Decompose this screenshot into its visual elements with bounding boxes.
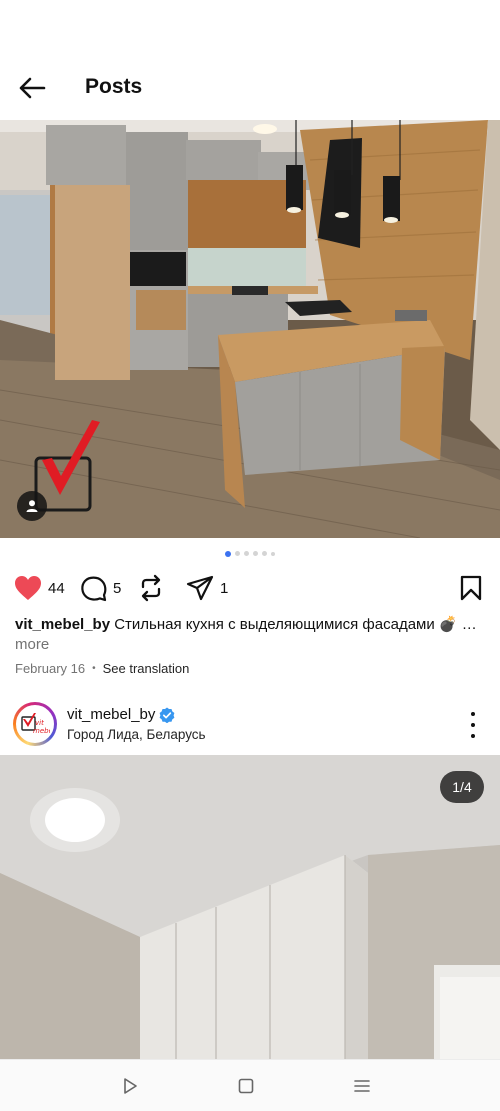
carousel-dot [225, 550, 231, 557]
home-square-icon [238, 1078, 254, 1094]
svg-text:vit: vit [35, 719, 44, 727]
avatar[interactable]: vit mebel [13, 702, 57, 746]
page-title: Posts [85, 75, 143, 98]
nav-home-button[interactable] [234, 1074, 258, 1098]
system-navigation-bar [0, 1059, 500, 1111]
separator-dot: • [92, 663, 96, 674]
post-username[interactable]: vit_mebel_by [67, 706, 155, 723]
like-count: 44 [48, 579, 65, 597]
repost-button[interactable] [138, 570, 164, 606]
comment-button[interactable]: 5 [80, 570, 121, 606]
repost-icon [141, 574, 161, 602]
post-username-row[interactable]: vit_mebel_by [67, 706, 175, 723]
share-button[interactable]: 1 [186, 570, 228, 606]
carousel-dot [262, 551, 267, 556]
wardrobe-photo-illustration [0, 755, 500, 1059]
arrow-left-icon [19, 77, 46, 99]
heart-icon [15, 576, 41, 600]
post-photo-wardrobe[interactable] [0, 755, 500, 1059]
caption-text: Стильная кухня с выделяющимися фасадами … [114, 616, 489, 633]
kebab-dot [471, 712, 475, 716]
carousel-dot [244, 551, 249, 556]
carousel-dot [271, 551, 275, 556]
back-button[interactable] [14, 72, 50, 104]
slide-counter: 1/4 [440, 771, 484, 803]
svg-text:mebel: mebel [33, 727, 50, 735]
tagged-user-button[interactable] [17, 491, 47, 521]
post-caption: vit_mebel_by Стильная кухня с выделяющим… [15, 615, 489, 635]
post-date: February 16 [15, 661, 86, 676]
post-header: vit mebel vit_mebel_by Город Лида, Белар… [0, 700, 500, 750]
comment-bubble-icon [81, 576, 107, 601]
bookmark-icon [460, 575, 482, 601]
share-count: 1 [220, 579, 229, 597]
save-button[interactable] [460, 570, 482, 606]
back-triangle-icon [124, 1078, 137, 1094]
post-actions-row: 44 5 1 [0, 570, 500, 606]
carousel-dot [253, 551, 258, 556]
top-bar: Posts [0, 60, 500, 116]
post-meta: February 16 • See translation [15, 661, 189, 676]
kebab-dot [471, 734, 475, 738]
comment-count: 5 [113, 579, 122, 597]
see-translation-link[interactable]: See translation [103, 661, 190, 676]
verified-badge-icon [159, 707, 175, 723]
like-button[interactable]: 44 [14, 570, 65, 606]
menu-lines-icon [354, 1080, 370, 1092]
post-location[interactable]: Город Лида, Беларусь [67, 727, 206, 742]
post-photo-kitchen[interactable] [0, 120, 500, 538]
carousel-indicator [0, 550, 500, 559]
nav-back-button[interactable] [118, 1074, 142, 1098]
more-options-button[interactable] [462, 712, 484, 738]
kitchen-photo-illustration [0, 120, 500, 538]
person-icon [26, 500, 38, 512]
nav-recents-button[interactable] [350, 1074, 374, 1098]
vit-mebel-logo-icon: vit mebel [21, 713, 50, 735]
kebab-dot [471, 723, 475, 727]
caption-username[interactable]: vit_mebel_by [15, 616, 110, 633]
send-paper-plane-icon [186, 575, 214, 601]
caption-more-link[interactable]: more [15, 636, 49, 653]
carousel-dot [235, 551, 240, 556]
